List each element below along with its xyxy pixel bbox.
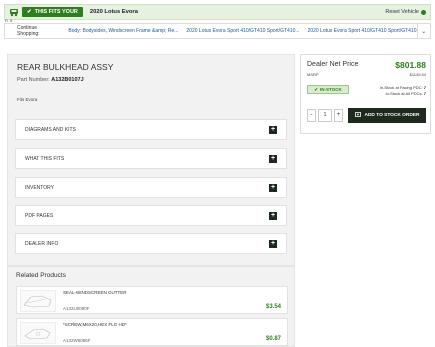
- accordion-diagrams-and-kits[interactable]: DIAGRAMS AND KITS +: [15, 119, 287, 140]
- continue-shopping-label: Continue Shopping:: [17, 25, 40, 37]
- reset-vehicle-label: Reset Vehicle: [385, 9, 419, 15]
- related-product-card[interactable]: *SCREW,M6X20,HEX FLG HD* A132W5085F $0.8…: [16, 318, 288, 346]
- fitment-bar: ✔ THIS FITS YOUR 2020 Lotus Evora Reset …: [4, 4, 431, 20]
- stock-all-value: 7: [423, 91, 426, 96]
- product-thumbnail[interactable]: [20, 290, 56, 312]
- dealer-net-price-value: $801.88: [395, 60, 426, 70]
- stock-facing-pdc: In-Stock at Facing PDC: 7: [380, 85, 426, 90]
- accordion-label: DIAGRAMS AND KITS: [25, 126, 76, 133]
- refresh-icon: [421, 9, 426, 15]
- related-product-number: A132U0090F: [63, 306, 90, 311]
- part-detail-panel: REAR BULKHEAD ASSY Part Number: A132B010…: [7, 54, 295, 266]
- related-product-number: A132W5085F: [63, 338, 91, 343]
- continue-shopping-link[interactable]: Body: Bodysides, Windscreen Frame &amp; …: [68, 28, 178, 34]
- stock-facing-value: 7: [423, 85, 426, 90]
- accordion-label: INVENTORY: [25, 184, 54, 191]
- part-number-value: A132B0107J: [51, 77, 84, 83]
- part-title: REAR BULKHEAD ASSY: [17, 62, 114, 72]
- continue-shopping-link[interactable]: 2020 Lotus Evora Sport 410/GT410 Sport/G…: [308, 28, 417, 34]
- accordion-label: WHAT THIS FITS: [25, 155, 65, 162]
- accordion-label: DEALER INFO: [25, 240, 59, 247]
- add-to-stock-order-button[interactable]: ADD TO STOCK ORDER: [348, 108, 426, 123]
- plus-icon[interactable]: +: [269, 154, 277, 163]
- related-products-title: Related Products: [16, 272, 66, 279]
- plus-icon[interactable]: +: [269, 183, 277, 192]
- accordion-label: PDF PAGES: [25, 212, 54, 219]
- fits-badge: ✔ THIS FITS YOUR: [22, 7, 83, 17]
- part-number: Part Number: A132B0107J: [17, 77, 84, 83]
- fitment-vehicle: 2020 Lotus Evora: [89, 9, 138, 15]
- related-product-price: $0.87: [265, 336, 281, 342]
- quantity-input[interactable]: 1: [318, 109, 332, 122]
- plus-icon[interactable]: +: [269, 239, 277, 248]
- stock-all-pdcs: In-Stock at All PDCs: 7: [386, 91, 426, 96]
- continue-shopping-bar: Continue Shopping: Body: Bodysides, Wind…: [4, 23, 431, 39]
- fits-badge-label: THIS FITS YOUR: [34, 9, 78, 15]
- continue-shopping-link[interactable]: 2020 Lotus Evora Sport 410/GT410 Sport/G…: [186, 28, 299, 34]
- related-products-panel: Related Products SEAL-WINDSCREEN GUTTER …: [7, 266, 295, 347]
- add-to-stock-order-label: ADD TO STOCK ORDER: [364, 113, 420, 118]
- msrp-value: $1145.54: [409, 72, 426, 77]
- accordion-what-this-fits[interactable]: WHAT THIS FITS +: [15, 148, 287, 169]
- stock-facing-label: In-Stock at Facing PDC:: [379, 85, 423, 90]
- quantity-increment-button[interactable]: +: [334, 109, 343, 122]
- related-product-price: $3.54: [265, 304, 281, 310]
- chevron-down-icon[interactable]: ⌄: [416, 24, 431, 38]
- cart-plus-icon: [354, 111, 362, 120]
- related-product-card[interactable]: SEAL-WINDSCREEN GUTTER A132U0090F $3.54: [16, 286, 288, 314]
- quantity-decrement-button[interactable]: -: [307, 109, 316, 122]
- reset-vehicle-button[interactable]: Reset Vehicle: [385, 9, 426, 15]
- accordion-inventory[interactable]: INVENTORY +: [15, 177, 287, 198]
- check-icon: ✔: [27, 9, 32, 15]
- fits-label: Fits Evora: [17, 97, 38, 102]
- related-product-name[interactable]: SEAL-WINDSCREEN GUTTER: [63, 290, 127, 295]
- related-product-name[interactable]: *SCREW,M6X20,HEX FLG HD*: [63, 322, 127, 327]
- dealer-net-price-label: Dealer Net Price: [307, 61, 359, 68]
- plus-icon[interactable]: +: [269, 211, 277, 220]
- part-number-label: Part Number:: [17, 77, 50, 83]
- in-stock-badge: ✔ IN-STOCK: [307, 85, 349, 94]
- stock-all-label: In-Stock at All PDCs:: [385, 91, 423, 96]
- car-icon: [8, 6, 20, 18]
- product-thumbnail[interactable]: [20, 322, 56, 344]
- msrp-label: MSRP: [307, 72, 319, 77]
- check-icon: ✔: [314, 86, 319, 92]
- accordion-dealer-info[interactable]: DEALER INFO +: [15, 233, 287, 254]
- in-stock-label: IN-STOCK: [320, 87, 342, 92]
- pricing-panel: Dealer Net Price $801.88 MSRP $1145.54 ✔…: [300, 54, 431, 134]
- accordion-pdf-pages[interactable]: PDF PAGES +: [15, 205, 287, 226]
- plus-icon[interactable]: +: [269, 125, 277, 134]
